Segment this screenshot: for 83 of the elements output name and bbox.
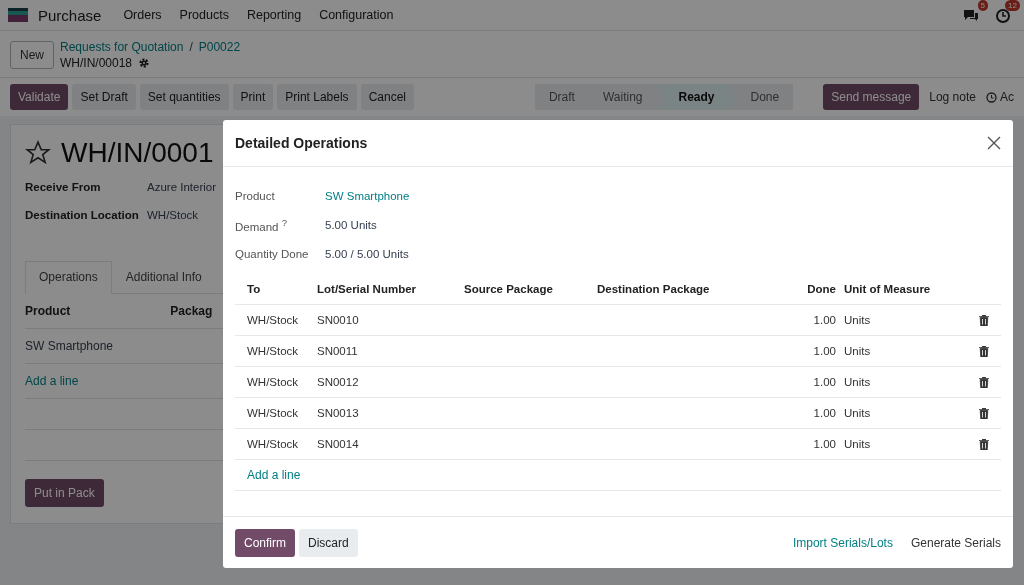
status-step[interactable]: Ready (656, 84, 737, 110)
table-cell-text: 1.00 (812, 376, 836, 388)
table-cell-text: WH/Stock (247, 407, 300, 419)
field-label: Quantity Done (235, 247, 310, 260)
app-name[interactable]: Purchase (38, 6, 102, 24)
clock-icon (986, 91, 997, 103)
put-in-pack-button[interactable]: Put in Pack (25, 479, 104, 507)
field-label: Destination Location (25, 209, 140, 221)
status-step[interactable]: Waiting (588, 84, 657, 110)
menu-item[interactable]: Configuration (313, 8, 400, 22)
add-line-link[interactable]: Add a line (247, 468, 301, 482)
log-note-button[interactable]: Log note (929, 90, 976, 104)
table-cell-text: WH/Stock (247, 345, 300, 357)
column-header: Packag (170, 304, 213, 318)
trash-icon[interactable] (979, 438, 989, 450)
confirm-button[interactable]: Confirm (235, 528, 295, 557)
action-button[interactable]: Print (232, 84, 274, 110)
table-cell-text: WH/Stock (247, 314, 300, 326)
trash-icon[interactable] (979, 314, 989, 326)
activities-button[interactable]: Ac (1000, 90, 1014, 104)
menu-item[interactable]: Products (173, 8, 235, 22)
tab[interactable]: Operations (25, 261, 112, 294)
record-title: WH/IN/0001 (61, 137, 214, 169)
table-cell-text: Units (843, 345, 872, 357)
trash-icon[interactable] (979, 376, 989, 388)
action-button[interactable]: Set Draft (72, 84, 136, 110)
import-serials-link[interactable]: Import Serials/Lots (792, 535, 893, 550)
table-cell: SW Smartphone (25, 339, 114, 353)
record-name: WH/IN/00018 (60, 56, 133, 70)
field-label: Demand $^{?}$ (235, 216, 288, 233)
discard-button[interactable]: Discard (299, 528, 358, 557)
column-header: Unit of Measure (843, 283, 932, 295)
trash-icon[interactable] (979, 345, 989, 357)
product-link[interactable]: SW Smartphone (325, 189, 1001, 202)
breadcrumb-separator: / (189, 40, 193, 54)
table-cell-text: 1.00 (812, 314, 836, 326)
activity-count-badge: 12 (1005, 0, 1020, 11)
action-button[interactable]: Cancel (360, 84, 414, 110)
table-cell-text: SN0010 (317, 314, 360, 326)
new-button[interactable]: New (10, 41, 54, 69)
action-button[interactable]: Validate (10, 84, 69, 110)
table-cell-text: 1.00 (812, 345, 836, 357)
breadcrumb-link[interactable]: Requests for Quotation (60, 40, 184, 54)
status-step[interactable]: Draft (534, 84, 589, 110)
field-value: 5.00 Units (325, 218, 378, 231)
message-count-badge: 5 (977, 0, 988, 11)
menu-item[interactable]: Reporting (240, 8, 308, 22)
dialog-title: Detailed Operations (235, 135, 368, 151)
table-cell-text: 1.00 (812, 438, 836, 450)
table-cell-text: SN0014 (317, 438, 360, 450)
add-line-link[interactable]: Add a line (25, 374, 79, 388)
menu-item[interactable]: Orders (117, 8, 168, 22)
column-header: Destination Package (597, 283, 711, 295)
trash-icon[interactable] (979, 407, 989, 419)
status-step[interactable]: Done (736, 84, 794, 110)
generate-serials-link[interactable]: Generate Serials (910, 535, 1001, 550)
star-icon[interactable] (25, 140, 51, 166)
column-header: Source Package (464, 283, 554, 295)
table-cell-text: WH/Stock (247, 376, 300, 388)
tab[interactable]: Additional Info (111, 261, 216, 293)
clock-icon[interactable] (994, 6, 1012, 24)
column-header: Product (25, 304, 71, 318)
table-cell-text: WH/Stock (247, 438, 300, 450)
close-icon[interactable] (987, 136, 1001, 150)
table-cell-text: SN0013 (317, 407, 360, 419)
table-cell-text: Units (843, 438, 872, 450)
column-header: Lot/Serial Number (317, 283, 418, 295)
table-cell-text: 1.00 (812, 407, 836, 419)
field-label: Product (235, 189, 276, 202)
settings-icon[interactable] (138, 57, 151, 69)
send-message-button[interactable]: Send message (823, 84, 920, 110)
table-cell-text: SN0011 (317, 345, 359, 357)
breadcrumb-link[interactable]: P00022 (198, 40, 241, 54)
action-button[interactable]: Set quantities (139, 84, 229, 110)
field-label: Receive From (25, 181, 102, 193)
column-header: Done (806, 283, 836, 295)
action-button[interactable]: Print Labels (277, 84, 357, 110)
field-value: 5.00 / 5.00 Units (325, 247, 410, 260)
table-cell-text: Units (843, 314, 872, 326)
column-header: To (247, 283, 262, 295)
table-cell-text: Units (843, 376, 872, 388)
table-cell-text: SN0012 (317, 376, 360, 388)
table-cell-text: Units (843, 407, 872, 419)
